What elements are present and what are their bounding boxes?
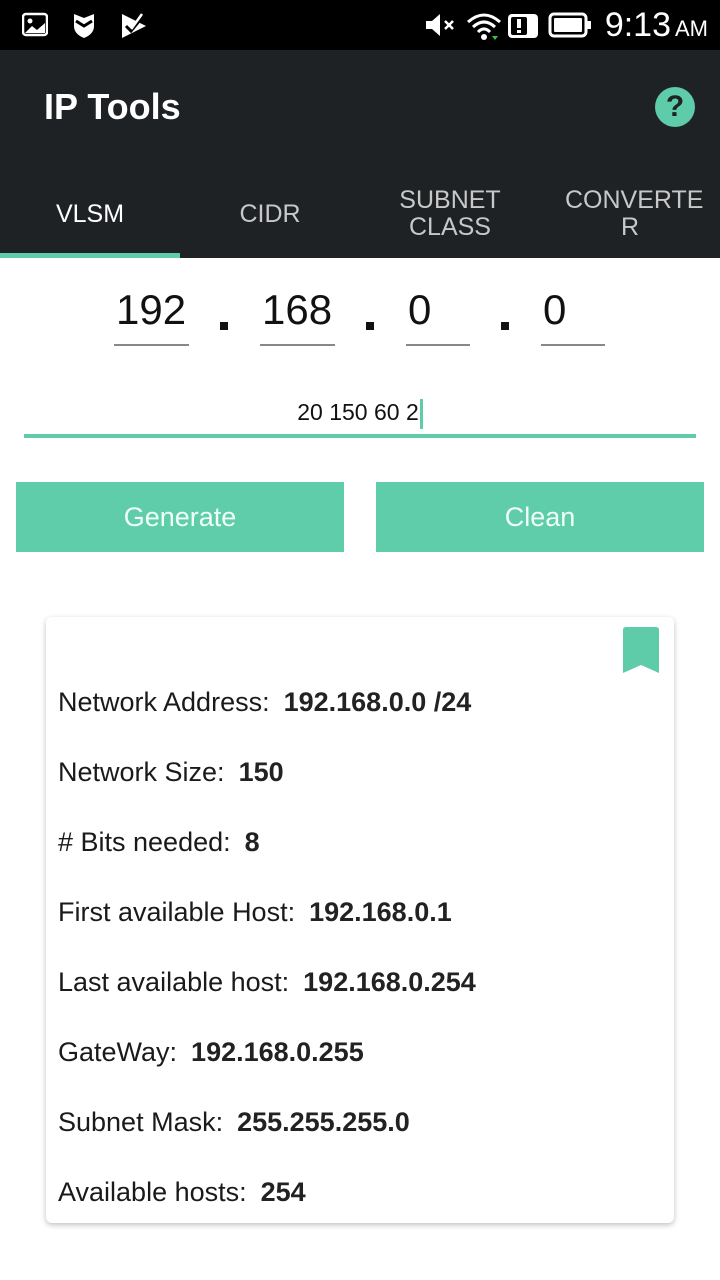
bookmark-icon[interactable] bbox=[623, 627, 659, 673]
last-host-row: Last available host: 192.168.0.254 bbox=[58, 967, 476, 998]
row-value: 192.168.0.1 bbox=[309, 897, 452, 927]
octet-2-input[interactable]: 168 bbox=[260, 286, 335, 346]
tab-cidr[interactable]: CIDR bbox=[180, 170, 360, 258]
clock: 9:13 AM bbox=[605, 6, 708, 45]
tab-bar: VLSM CIDR SUBNET CLASS CONVERTE R bbox=[0, 170, 720, 258]
gallery-icon bbox=[22, 12, 48, 37]
generate-button[interactable]: Generate bbox=[16, 482, 344, 552]
row-value: 255.255.255.0 bbox=[237, 1107, 410, 1137]
row-label: First available Host: bbox=[58, 897, 296, 927]
row-label: GateWay: bbox=[58, 1037, 178, 1067]
row-value: 150 bbox=[238, 757, 284, 787]
row-label: Last available host: bbox=[58, 967, 290, 997]
row-label: # Bits needed: bbox=[58, 827, 231, 857]
tab-label: VLSM bbox=[55, 199, 125, 228]
battery-icon bbox=[548, 12, 591, 38]
mute-icon bbox=[426, 14, 454, 36]
octet-separator bbox=[501, 322, 509, 330]
row-label: Subnet Mask: bbox=[58, 1107, 224, 1137]
active-tab-indicator bbox=[0, 253, 180, 258]
row-label: Network Size: bbox=[58, 757, 225, 787]
tab-subnet-class[interactable]: SUBNET CLASS bbox=[360, 170, 540, 258]
alert-icon bbox=[508, 14, 538, 38]
network-sizes-value: 20 150 60 2 bbox=[297, 399, 419, 425]
network-address-row: Network Address: 192.168.0.0 /24 bbox=[58, 687, 471, 718]
octet-separator bbox=[366, 322, 374, 330]
tab-vlsm[interactable]: VLSM bbox=[0, 170, 180, 258]
row-value: 192.168.0.0 /24 bbox=[283, 687, 472, 717]
row-label: Network Address: bbox=[58, 687, 270, 717]
row-value: 192.168.0.254 bbox=[303, 967, 476, 997]
subnet-mask-row: Subnet Mask: 255.255.255.0 bbox=[58, 1107, 410, 1138]
tab-label: CIDR bbox=[239, 199, 301, 228]
shield-icon bbox=[74, 14, 94, 38]
octet-4-input[interactable]: 0 bbox=[541, 286, 605, 346]
gateway-row: GateWay: 192.168.0.255 bbox=[58, 1037, 364, 1068]
row-value: 192.168.0.255 bbox=[191, 1037, 364, 1067]
network-sizes-input[interactable]: 20 150 60 2 bbox=[24, 390, 696, 438]
row-value: 254 bbox=[260, 1177, 306, 1207]
octet-1-input[interactable]: 192 bbox=[114, 286, 189, 346]
result-card: Network Address: 192.168.0.0 /24 Network … bbox=[46, 617, 674, 1223]
ip-address-input: 192 168 0 0 bbox=[0, 280, 720, 350]
row-label: Available hosts: bbox=[58, 1177, 247, 1207]
text-cursor bbox=[419, 398, 423, 429]
status-bar: 9:13 AM bbox=[0, 0, 720, 50]
wifi-icon bbox=[467, 13, 501, 40]
octet-separator bbox=[220, 322, 228, 330]
tab-label: CONVERTE R bbox=[565, 186, 704, 241]
clock-ampm: AM bbox=[675, 16, 708, 41]
app-title: IP Tools bbox=[44, 86, 181, 127]
clean-button[interactable]: Clean bbox=[376, 482, 704, 552]
network-size-row: Network Size: 150 bbox=[58, 757, 284, 788]
octet-3-input[interactable]: 0 bbox=[406, 286, 470, 346]
tab-label: SUBNET CLASS bbox=[399, 186, 501, 241]
play-check-icon bbox=[122, 13, 146, 38]
question-icon: ? bbox=[665, 90, 685, 123]
tab-converter[interactable]: CONVERTE R bbox=[540, 170, 720, 258]
bits-needed-row: # Bits needed: 8 bbox=[58, 827, 260, 858]
row-value: 8 bbox=[244, 827, 260, 857]
available-hosts-row: Available hosts: 254 bbox=[58, 1177, 306, 1208]
first-host-row: First available Host: 192.168.0.1 bbox=[58, 897, 452, 928]
clock-time: 9:13 bbox=[604, 6, 671, 44]
help-button[interactable]: ? bbox=[655, 87, 695, 127]
